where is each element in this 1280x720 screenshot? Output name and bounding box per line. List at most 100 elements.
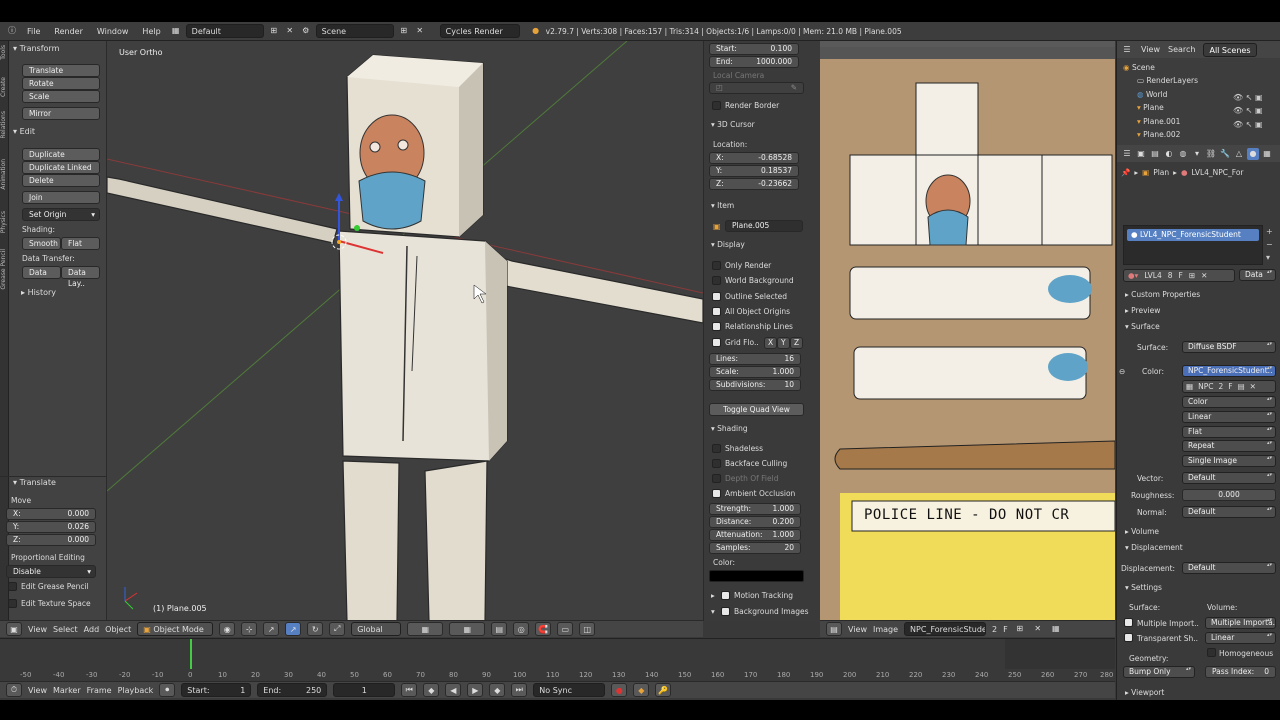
transparent-shadows-checkbox[interactable]: [1124, 633, 1133, 642]
shading-panel-header[interactable]: ▾ Shading: [711, 424, 748, 433]
axis-y-toggle[interactable]: Y: [777, 337, 790, 349]
render-border-checkbox[interactable]: [712, 101, 721, 110]
flat-button[interactable]: Flat: [61, 237, 100, 250]
edit-texture-space-checkbox[interactable]: [8, 599, 17, 608]
duplicate-linked-button[interactable]: Duplicate Linked: [22, 161, 100, 174]
tab-grease-pencil[interactable]: Grease Pencil: [0, 249, 9, 290]
snap-icon[interactable]: 🧲: [535, 622, 552, 636]
axis-x-toggle[interactable]: X: [764, 337, 777, 349]
outliner-item-plane-002[interactable]: ▾ Plane.002: [1123, 128, 1198, 141]
play-icon[interactable]: ▶: [467, 683, 484, 697]
select-menu[interactable]: Select: [53, 625, 78, 634]
info-editor-icon[interactable]: ⓘ: [6, 25, 18, 37]
custom-properties-panel-header[interactable]: ▸ Custom Properties: [1125, 290, 1200, 299]
roughness-field[interactable]: 0.000: [1182, 489, 1276, 501]
breadcrumb-object[interactable]: Plan: [1153, 168, 1169, 177]
ao-samples-field[interactable]: Samples: 20: [709, 542, 801, 554]
frame-start-field[interactable]: Start: 1: [181, 683, 252, 697]
sync-mode-select[interactable]: No Sync: [533, 683, 606, 697]
translate-manipulator-icon[interactable]: ↗: [285, 622, 302, 636]
menu-file[interactable]: File: [22, 27, 45, 36]
image-extension-select[interactable]: Repeat: [1182, 440, 1276, 452]
only-render-checkbox[interactable]: [712, 261, 721, 270]
outliner-item-renderlayers[interactable]: ▭ RenderLayers: [1123, 74, 1198, 87]
material-fake-user[interactable]: F: [1179, 271, 1183, 280]
play-reverse-icon[interactable]: ◀: [445, 683, 462, 697]
timeline[interactable]: -50 -40 -30 -20 -10 0 10 20 30 40 50 60 …: [0, 638, 1115, 681]
add-scene-icon[interactable]: ⊞: [398, 25, 410, 37]
image-users[interactable]: 2: [1218, 382, 1223, 391]
displacement-input-select[interactable]: Default: [1182, 562, 1276, 574]
pass-index-field[interactable]: Pass Index: 0: [1205, 666, 1276, 678]
all-object-origins-checkbox[interactable]: [712, 307, 721, 316]
scale-manipulator-icon[interactable]: ⤢: [329, 622, 346, 636]
add-slot-icon[interactable]: +: [1266, 225, 1273, 238]
settings-panel-header[interactable]: ▾ Settings: [1125, 583, 1162, 592]
edit-panel-header[interactable]: ▾ Edit: [13, 127, 35, 136]
image-projection-select[interactable]: Flat: [1182, 426, 1276, 438]
pivot-point-icon[interactable]: ⊹: [241, 622, 258, 636]
tab-physics[interactable]: Physics: [0, 211, 9, 233]
scene-icon[interactable]: ⚙: [300, 25, 312, 37]
preview-range-icon[interactable]: ⏺: [159, 683, 176, 697]
image-color-space-select[interactable]: Color: [1182, 396, 1276, 408]
body[interactable]: [338, 230, 508, 462]
axis-z-toggle[interactable]: Z: [790, 337, 803, 349]
edit-grease-pencil-checkbox[interactable]: [8, 582, 17, 591]
remove-layout-icon[interactable]: ✕: [284, 25, 296, 37]
image-pin-icon[interactable]: ▦: [1050, 623, 1062, 635]
visibility-eye-icon[interactable]: 👁 ↖ ▣: [1233, 91, 1273, 104]
screen-layout-icon[interactable]: ▦: [170, 25, 182, 37]
material-slot-item[interactable]: ● LVL4_NPC_ForensicStudent: [1127, 229, 1259, 241]
material-datablock-field[interactable]: ●▾ LVL4 8 F ⊞ ✕: [1123, 269, 1235, 282]
clip-end-field[interactable]: End: 1000.000: [709, 56, 799, 68]
outliner-item-scene[interactable]: ◉ Scene: [1123, 61, 1198, 74]
object-tab-icon[interactable]: ▾: [1191, 148, 1203, 160]
image-view-menu[interactable]: View: [848, 625, 867, 634]
left-arm[interactable]: [107, 176, 338, 244]
move-x-field[interactable]: X: 0.000: [6, 508, 96, 520]
z-arrow-icon[interactable]: [335, 193, 343, 201]
remove-slot-icon[interactable]: −: [1266, 238, 1273, 251]
outliner-editor-icon[interactable]: ☰: [1121, 44, 1133, 56]
outliner-item-plane-001[interactable]: ▾ Plane.001: [1123, 115, 1198, 128]
image-editor-type-icon[interactable]: ▤: [826, 622, 842, 636]
outliner-view-menu[interactable]: View: [1141, 45, 1160, 54]
move-y-field[interactable]: Y: 0.026: [6, 521, 96, 533]
object-name-field[interactable]: Plane.005: [725, 220, 803, 232]
render-engine-select[interactable]: Cycles Render: [439, 24, 520, 38]
backface-culling-checkbox[interactable]: [712, 459, 721, 468]
move-z-field[interactable]: Z: 0.000: [6, 534, 96, 546]
cursor-x-field[interactable]: X: -0.68528: [709, 152, 799, 164]
scene-tab-icon[interactable]: ◐: [1163, 148, 1175, 160]
tab-animation[interactable]: Animation: [0, 159, 9, 190]
jump-end-icon[interactable]: ⏭: [511, 683, 528, 697]
motion-tracking-expand-icon[interactable]: ▸: [711, 591, 715, 600]
visibility-eye-icon[interactable]: 👁 ↖ ▣: [1233, 118, 1273, 131]
menu-help[interactable]: Help: [137, 27, 165, 36]
preview-panel-header[interactable]: ▸ Preview: [1125, 306, 1160, 315]
background-images-checkbox[interactable]: [721, 607, 730, 616]
jump-start-icon[interactable]: ⏮: [401, 683, 418, 697]
y-manipulator[interactable]: [354, 225, 360, 231]
3d-cursor-panel-header[interactable]: ▾ 3D Cursor: [711, 120, 755, 129]
ao-color-swatch[interactable]: [709, 570, 804, 582]
auto-keyframe-icon[interactable]: ●: [611, 683, 628, 697]
outliner-search-menu[interactable]: Search: [1168, 45, 1195, 54]
smooth-button[interactable]: Smooth: [22, 237, 61, 250]
material-browse-icon[interactable]: ●▾: [1128, 271, 1138, 280]
image-name[interactable]: NPC: [1198, 382, 1213, 391]
data-tab-icon[interactable]: △: [1233, 148, 1245, 160]
ao-attenuation-field[interactable]: Attenuation: 1.000: [709, 529, 801, 541]
remove-scene-icon[interactable]: ✕: [414, 25, 426, 37]
surface-shader-select[interactable]: Diffuse BSDF: [1182, 341, 1276, 353]
scene-field[interactable]: Scene: [315, 24, 394, 38]
color-input-select[interactable]: NPC_ForensicStudent..: [1182, 365, 1276, 377]
add-menu[interactable]: Add: [84, 625, 100, 634]
breadcrumb-material[interactable]: LVL4_NPC_For: [1191, 168, 1243, 177]
world-tab-icon[interactable]: ◍: [1177, 148, 1189, 160]
image-menu[interactable]: Image: [873, 625, 898, 634]
timeline-editor-type-icon[interactable]: ⏱: [6, 683, 22, 697]
cursor-z-field[interactable]: Z: -0.23662: [709, 178, 799, 190]
snap-element-icon[interactable]: ▭: [557, 622, 574, 636]
